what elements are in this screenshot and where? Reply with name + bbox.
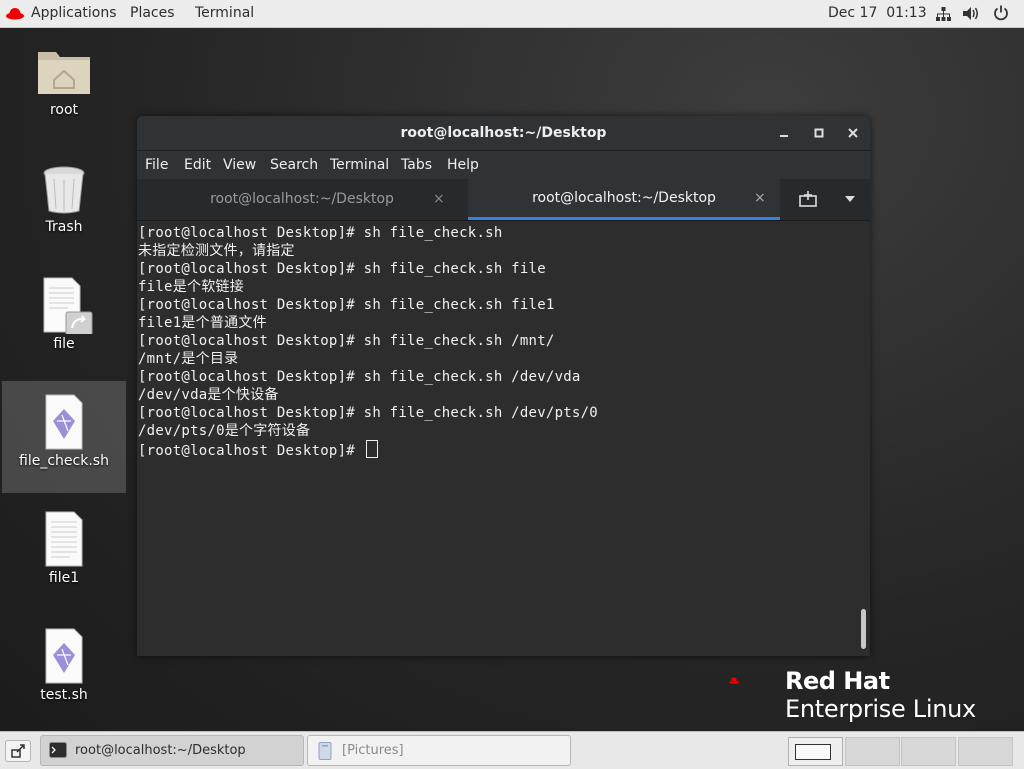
desktop-icon-label: file_check.sh: [19, 453, 109, 469]
terminal-line: [root@localhost Desktop]# sh file_check.…: [138, 369, 581, 385]
file-manager-icon: [318, 742, 332, 760]
menu-tabs[interactable]: Tabs: [401, 151, 432, 179]
terminal-menubar: File Edit View Search Terminal Tabs Help: [137, 151, 870, 179]
desktop-icon-label: file1: [48, 570, 80, 586]
taskbar-item-terminal[interactable]: root@localhost:~/Desktop: [40, 735, 304, 766]
places-menu[interactable]: Places: [130, 0, 175, 27]
tab-bar: root@localhost:~/Desktop × root@localhos…: [137, 179, 870, 221]
scrollbar-thumb[interactable]: [861, 609, 866, 649]
desktop-icon-file1[interactable]: file1: [2, 498, 126, 610]
terminal-output[interactable]: [root@localhost Desktop]# sh file_check.…: [137, 221, 870, 656]
desktop-icon-root[interactable]: root: [2, 30, 126, 142]
shell-script-icon: [45, 628, 83, 684]
terminal-line: [root@localhost Desktop]# sh file_check.…: [138, 261, 546, 277]
desktop-icon-trash[interactable]: Trash: [2, 147, 126, 259]
menu-search[interactable]: Search: [270, 151, 318, 179]
folder-home-icon: [38, 52, 90, 94]
terminal-line: 未指定检测文件，请指定: [138, 243, 295, 259]
menu-file[interactable]: File: [145, 151, 168, 179]
terminal-line: [root@localhost Desktop]# sh file_check.…: [138, 297, 555, 313]
desktop-icon-label: file: [53, 336, 75, 352]
volume-icon[interactable]: [963, 6, 981, 21]
minimize-button[interactable]: [776, 125, 792, 141]
terminal-icon: [49, 742, 67, 758]
menu-terminal[interactable]: Terminal: [330, 151, 389, 179]
tab-menu-chevron-down-icon[interactable]: [845, 196, 855, 202]
terminal-line: /mnt/是个目录: [138, 351, 239, 367]
desktop-icon-label: Trash: [45, 219, 83, 235]
tab-close-icon[interactable]: ×: [433, 179, 445, 219]
terminal-line: file是个软链接: [138, 279, 244, 295]
terminal-line: [root@localhost Desktop]# sh file_check.…: [138, 333, 555, 349]
terminal-line: [root@localhost Desktop]# sh file_check.…: [138, 225, 503, 241]
menu-view[interactable]: View: [223, 151, 256, 179]
desktop-icon-file-check-sh[interactable]: file_check.sh: [2, 381, 126, 493]
desktop-icon-label: test.sh: [40, 687, 88, 703]
terminal-app-menu[interactable]: Terminal: [195, 0, 254, 27]
redhat-logo-icon: [729, 677, 740, 684]
tab-active[interactable]: root@localhost:~/Desktop ×: [468, 179, 780, 220]
terminal-line: file1是个普通文件: [138, 315, 267, 331]
text-document-icon: [45, 511, 83, 567]
maximize-button[interactable]: [811, 125, 827, 141]
tab-label: root@localhost:~/Desktop: [532, 190, 716, 206]
desktop-icon-test-sh[interactable]: test.sh: [2, 615, 126, 727]
window-titlebar[interactable]: root@localhost:~/Desktop: [137, 116, 870, 151]
menu-edit[interactable]: Edit: [184, 151, 211, 179]
close-button[interactable]: [845, 125, 861, 141]
clock[interactable]: Dec 17 01:13: [828, 0, 927, 27]
show-desktop-icon: [11, 744, 25, 758]
workspace-4[interactable]: [958, 737, 1013, 766]
terminal-line: [root@localhost Desktop]# sh file_check.…: [138, 405, 598, 421]
applications-menu[interactable]: Applications: [31, 0, 117, 27]
workspace-3[interactable]: [901, 737, 956, 766]
terminal-line: /dev/pts/0是个字符设备: [138, 423, 311, 439]
desktop-icon-label: root: [49, 102, 79, 118]
terminal-cursor: [365, 440, 378, 458]
new-tab-icon[interactable]: [799, 191, 817, 207]
workspace-2[interactable]: [845, 737, 900, 766]
window-title: root@localhost:~/Desktop: [400, 125, 607, 141]
show-desktop-button[interactable]: [5, 740, 31, 762]
tab-close-icon[interactable]: ×: [754, 179, 766, 217]
taskbar-item-pictures[interactable]: [Pictures]: [307, 735, 571, 766]
terminal-prompt-line[interactable]: [root@localhost Desktop]#: [138, 440, 848, 459]
maximize-icon: [814, 128, 824, 138]
close-icon: [848, 128, 858, 138]
terminal-line: /dev/vda是个快设备: [138, 387, 279, 403]
power-icon[interactable]: [993, 5, 1009, 21]
desktop-icon-file[interactable]: file: [2, 264, 126, 376]
brand-line-1: Red Hat: [785, 667, 890, 695]
shell-script-icon: [45, 394, 83, 450]
redhat-hat-icon[interactable]: [6, 6, 24, 20]
terminal-prompt: [root@localhost Desktop]#: [138, 443, 364, 459]
minimize-icon: [780, 135, 788, 137]
tab-label: root@localhost:~/Desktop: [210, 191, 394, 207]
tab-inactive[interactable]: root@localhost:~/Desktop ×: [137, 179, 467, 220]
terminal-window[interactable]: root@localhost:~/Desktop File Edit View …: [137, 116, 870, 656]
network-icon[interactable]: [936, 7, 951, 21]
trash-icon: [43, 166, 85, 214]
symlink-document-icon: [43, 277, 93, 334]
taskbar-item-label: [Pictures]: [342, 743, 404, 758]
bottom-panel: root@localhost:~/Desktop [Pictures]: [0, 731, 1024, 769]
workspace-1[interactable]: [788, 737, 843, 766]
brand-line-2: Enterprise Linux: [785, 695, 976, 723]
menu-help[interactable]: Help: [447, 151, 479, 179]
taskbar-item-label: root@localhost:~/Desktop: [75, 743, 246, 758]
top-panel: Applications Places Terminal Dec 17 01:1…: [0, 0, 1024, 28]
